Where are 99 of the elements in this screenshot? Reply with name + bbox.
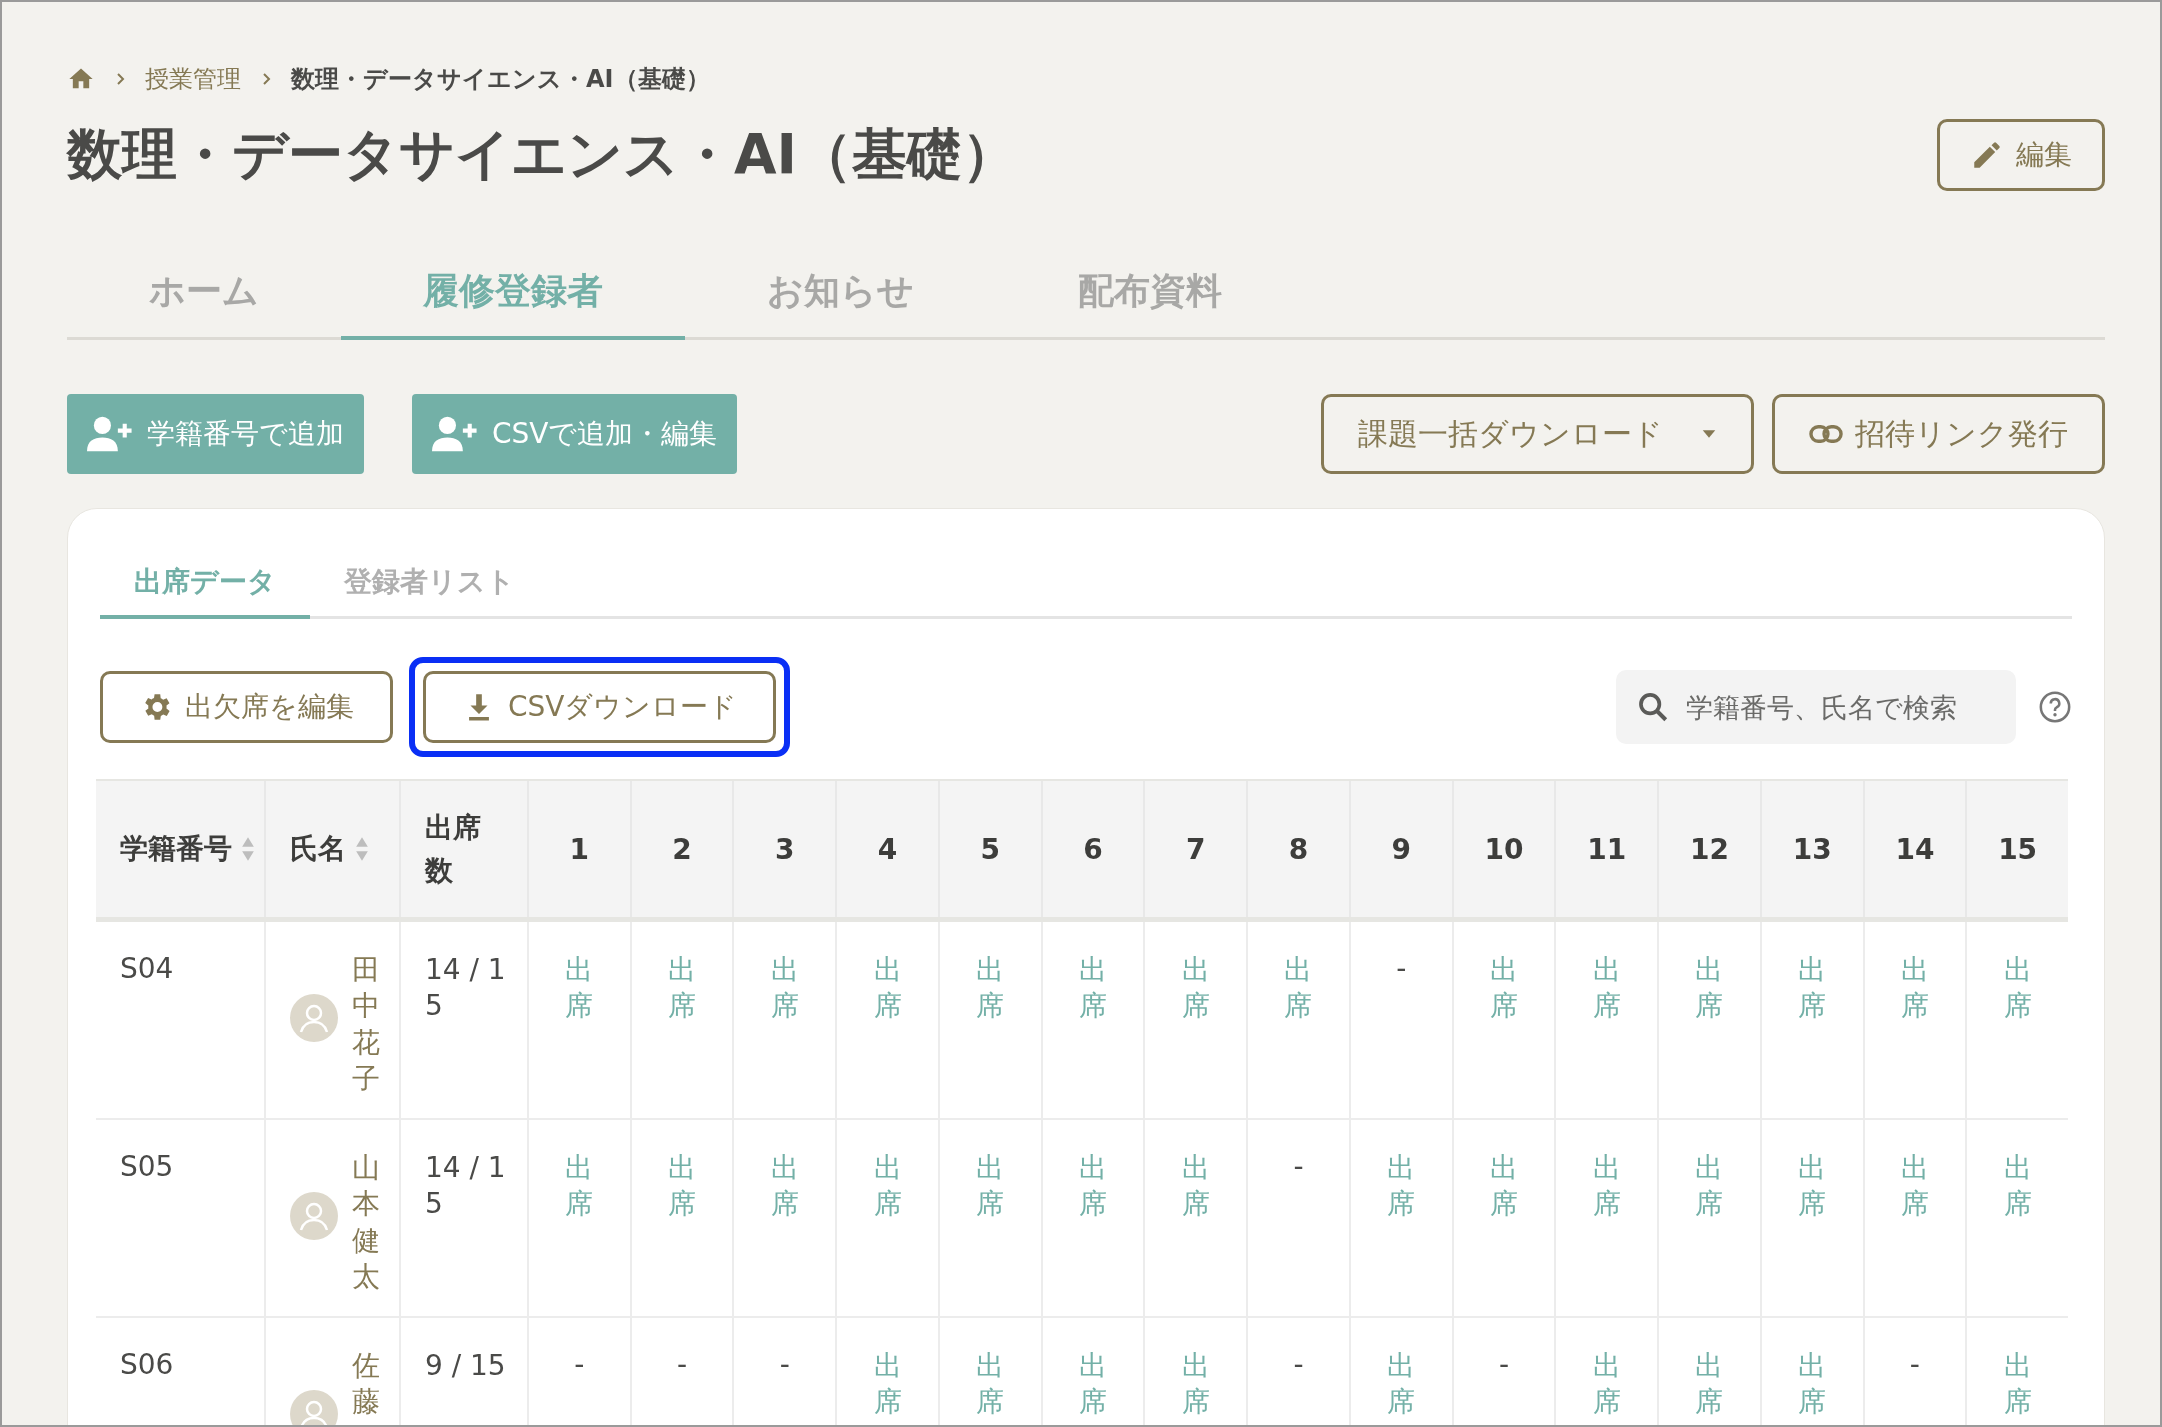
tab[interactable]: 履修登録者 [341, 247, 685, 340]
column-header: 9 [1391, 832, 1411, 866]
column-header: 14 [1895, 832, 1935, 866]
attendance-status: 出席 [1798, 952, 1827, 1025]
attendance-status: 出席 [1181, 1150, 1210, 1223]
search-box[interactable]: 学籍番号、氏名で検索 [1616, 670, 2016, 744]
attendance-status: 出席 [565, 952, 594, 1025]
column-header[interactable]: 氏名 [290, 830, 346, 868]
edit-attendance-button[interactable]: 出欠席を編集 [100, 671, 393, 743]
student-name[interactable]: 山本健太 [352, 1150, 380, 1296]
attendance-status: 出席 [1592, 952, 1621, 1025]
column-header: 12 [1689, 832, 1729, 866]
add-user-icon [87, 415, 135, 453]
column-header: 11 [1587, 832, 1627, 866]
column-header: 1 [569, 832, 590, 866]
attendance-status: 出席 [976, 1150, 1005, 1223]
avatar-icon [290, 1192, 338, 1240]
attendance-status: 出席 [2003, 952, 2032, 1025]
csv-download-button[interactable]: CSVダウンロード [423, 671, 777, 743]
column-header: 8 [1288, 832, 1309, 866]
attendance-status: 出席 [565, 1150, 594, 1223]
attendance-status: 出席 [2003, 1150, 2032, 1223]
attendance-status: 出席 [1387, 1348, 1416, 1421]
avatar-icon [290, 994, 338, 1042]
attendance-status: 出席 [1489, 1150, 1518, 1223]
attendance-status: - [1498, 1348, 1509, 1381]
attendance-status: 出席 [1900, 952, 1929, 1025]
attendance-status: 出席 [1181, 1348, 1210, 1421]
column-header[interactable]: 学籍番号 [120, 830, 232, 868]
attendance-status: 出席 [1079, 952, 1107, 1025]
attendance-status: 出席 [976, 952, 1005, 1025]
column-header: 6 [1083, 832, 1103, 866]
attendance-status: - [1293, 1150, 1304, 1183]
attendance-status: 出席 [1798, 1150, 1827, 1223]
student-id: S05 [120, 1150, 174, 1183]
tab[interactable]: ホーム [67, 247, 341, 340]
attendance-count: 14 / 15 [425, 1150, 507, 1223]
attendance-status: - [1293, 1348, 1304, 1381]
attendance-status: 出席 [1592, 1348, 1621, 1421]
attendance-status: 出席 [1079, 1150, 1107, 1223]
dropdown-button[interactable]: 課題一括ダウンロード [1321, 394, 1754, 474]
column-header: 5 [980, 832, 1001, 866]
attendance-status: 出席 [1284, 952, 1313, 1025]
attendance-status: 出席 [1079, 1348, 1107, 1421]
column-header: 3 [775, 832, 795, 866]
attendance-status: 出席 [1798, 1348, 1827, 1421]
invite-link-button[interactable]: 招待リンク発行 [1772, 394, 2105, 474]
attendance-status: 出席 [770, 952, 799, 1025]
add-user-button[interactable]: CSVで追加・編集 [412, 394, 738, 474]
add-user-icon [432, 415, 480, 453]
tab[interactable]: 出席データ [100, 549, 310, 619]
breadcrumb-link[interactable]: 授業管理 [145, 63, 241, 95]
column-header: 10 [1484, 832, 1524, 866]
attendance-status: 出席 [1695, 1150, 1724, 1223]
caret-icon [1701, 429, 1717, 439]
student-id: S06 [120, 1348, 174, 1381]
search-field[interactable]: 学籍番号、氏名で検索 [1684, 690, 2008, 724]
attendance-status: - [1909, 1348, 1920, 1381]
page-title: 数理・データサイエンス・AI（基礎） [67, 121, 1018, 188]
attendance-count: 14 / 15 [425, 952, 507, 1025]
column-header: 7 [1186, 832, 1206, 866]
chevron-icon [261, 72, 271, 86]
tab[interactable]: 配布資料 [996, 247, 1304, 340]
add-user-button[interactable]: 学籍番号で追加 [67, 394, 364, 474]
attendance-status: 出席 [873, 1150, 902, 1223]
attendance-status: 出席 [1695, 952, 1724, 1025]
student-id: S04 [120, 952, 174, 985]
attendance-status: 出席 [1181, 952, 1210, 1025]
attendance-status: 出席 [770, 1150, 799, 1223]
attendance-status: 出席 [668, 952, 697, 1025]
column-header: 4 [877, 832, 898, 866]
edit-button[interactable]: 編集 [1937, 119, 2105, 191]
attendance-status: - [677, 1348, 688, 1381]
attendance-status: 出席 [976, 1348, 1005, 1421]
column-header: 13 [1792, 832, 1832, 866]
attendance-status: - [574, 1348, 585, 1381]
attendance-status: 出席 [1900, 1150, 1929, 1223]
attendance-status: 出席 [668, 1150, 697, 1223]
column-header: 出席数 [425, 809, 482, 889]
help-icon[interactable] [2038, 690, 2072, 724]
attendance-status: 出席 [1695, 1348, 1724, 1421]
chevron-icon [115, 72, 125, 86]
student-name[interactable]: 佐藤 [352, 1348, 380, 1421]
attendance-status: - [779, 1348, 790, 1381]
search-icon [1636, 690, 1670, 724]
attendance-status: - [1396, 952, 1407, 985]
column-header: 15 [1998, 832, 2038, 866]
breadcrumb-current: 数理・データサイエンス・AI（基礎） [291, 64, 710, 95]
attendance-status: 出席 [873, 952, 902, 1025]
attendance-status: 出席 [1592, 1150, 1621, 1223]
attendance-status: 出席 [873, 1348, 902, 1421]
attendance-status: 出席 [1489, 952, 1518, 1025]
attendance-status: 出席 [1387, 1150, 1416, 1223]
tab[interactable]: お知らせ [685, 247, 996, 340]
attendance-count: 9 / 15 [425, 1348, 507, 1384]
column-header: 2 [672, 832, 692, 866]
attendance-status: 出席 [2003, 1348, 2032, 1421]
tab[interactable]: 登録者リスト [310, 549, 549, 619]
student-name[interactable]: 田中花子 [352, 952, 380, 1098]
